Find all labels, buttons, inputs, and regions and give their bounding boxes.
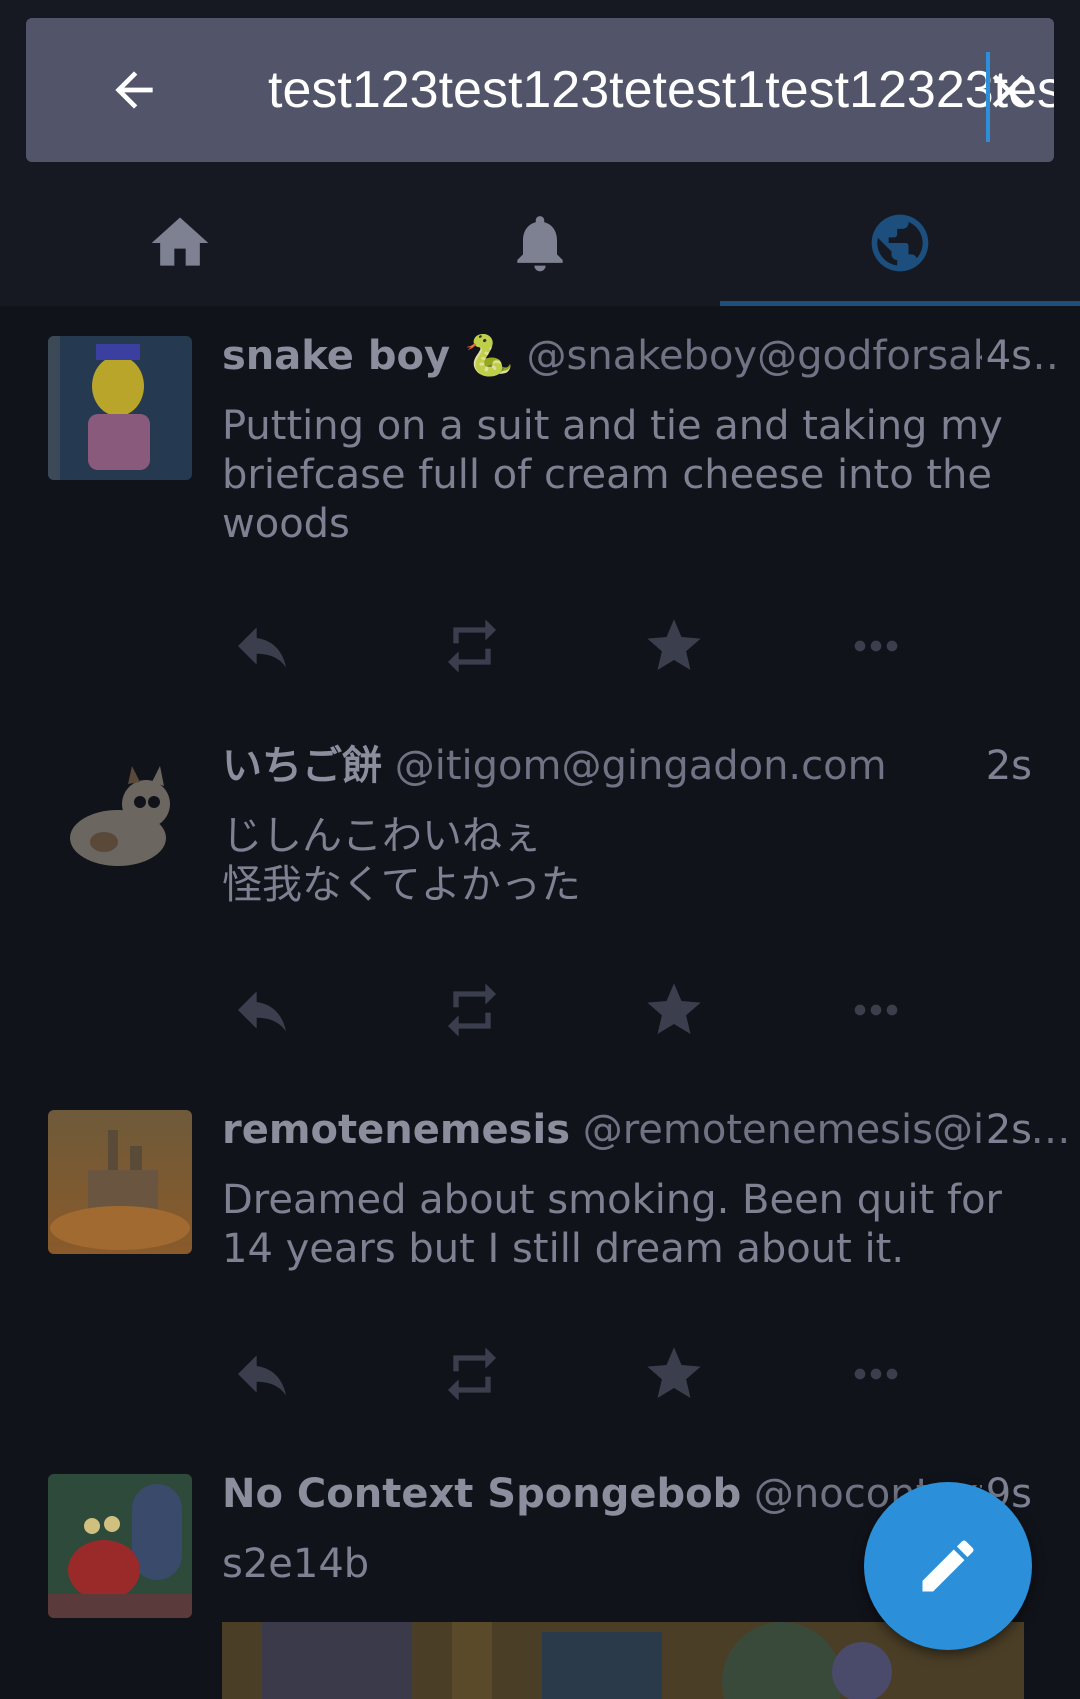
more-button[interactable] [836, 1334, 916, 1414]
status-header: いちご餅 @itigom@gingadon.com [222, 736, 1032, 796]
reply-button[interactable] [222, 606, 302, 686]
tab-notifications[interactable] [360, 180, 720, 306]
timestamp[interactable]: 2s [981, 736, 1032, 796]
status-item[interactable]: いちご餅 @itigom@gingadon.com 2s じしんこわいねぇ 怪我… [0, 716, 1080, 1082]
back-button[interactable] [86, 58, 182, 122]
avatar[interactable] [48, 336, 192, 480]
more-horizontal-icon [854, 1004, 898, 1016]
reply-icon [238, 991, 286, 1032]
tab-bar [0, 180, 1080, 306]
status-header: remotenemesis @remotenemesis@ico… [222, 1100, 1071, 1160]
more-button[interactable] [836, 970, 916, 1050]
timestamp[interactable]: 4s [981, 326, 1032, 386]
avatar[interactable] [48, 1474, 192, 1618]
retweet-icon [448, 983, 496, 1037]
clear-search-button[interactable] [976, 58, 1042, 124]
retweet-icon [448, 619, 496, 673]
avatar[interactable] [48, 746, 192, 890]
bell-icon [517, 216, 563, 272]
pencil-icon [922, 1540, 974, 1592]
favourite-button[interactable] [634, 1334, 714, 1414]
arrow-left-icon [115, 71, 153, 109]
display-name[interactable]: No Context Spongebob [222, 1471, 741, 1517]
display-name[interactable]: remotenemesis [222, 1107, 570, 1153]
more-horizontal-icon [854, 1368, 898, 1380]
globe-icon [871, 214, 929, 272]
status-content: じしんこわいねぇ 怪我なくてよかった [222, 813, 581, 908]
status-header: snake boy 🐍 @snakeboy@godforsake… [222, 326, 1059, 386]
status-actions [222, 970, 1022, 1050]
status-item[interactable]: remotenemesis @remotenemesis@ico… 2s Dre… [0, 1080, 1080, 1446]
boost-button[interactable] [432, 1334, 512, 1414]
status-actions [222, 606, 1022, 686]
more-button[interactable] [836, 606, 916, 686]
tab-home[interactable] [0, 180, 360, 306]
search-input[interactable]: test123test123tetest1test12323test123tes… [242, 42, 1054, 138]
account-handle[interactable]: @snakeboy@godforsake… [527, 333, 1060, 379]
boost-button[interactable] [432, 970, 512, 1050]
status-content: Putting on a suit and tie and taking my … [222, 403, 1003, 547]
timestamp[interactable]: 2s [981, 1100, 1032, 1160]
boost-button[interactable] [432, 606, 512, 686]
compose-button[interactable] [864, 1482, 1032, 1650]
reply-button[interactable] [222, 1334, 302, 1414]
close-icon [992, 74, 1026, 108]
star-icon [647, 619, 701, 670]
status-item[interactable]: snake boy 🐍 @snakeboy@godforsake… 4s Put… [0, 306, 1080, 718]
search-bar: test123test123tetest1test12323test123tes… [26, 18, 1054, 162]
display-name[interactable]: いちご餅 [222, 743, 382, 789]
reply-icon [238, 627, 286, 668]
retweet-icon [448, 1347, 496, 1401]
favourite-button[interactable] [634, 970, 714, 1050]
reply-icon [238, 1355, 286, 1396]
reply-button[interactable] [222, 970, 302, 1050]
display-name[interactable]: snake boy 🐍 [222, 333, 514, 379]
status-actions [222, 1334, 1022, 1414]
avatar[interactable] [48, 1110, 192, 1254]
status-content: Dreamed about smoking. Been quit for 14 … [222, 1177, 1002, 1272]
more-horizontal-icon [854, 640, 898, 652]
star-icon [647, 983, 701, 1034]
favourite-button[interactable] [634, 606, 714, 686]
account-handle[interactable]: @itigom@gingadon.com [395, 743, 887, 789]
home-icon [151, 217, 209, 266]
star-icon [647, 1347, 701, 1398]
tab-federated[interactable] [720, 180, 1080, 306]
